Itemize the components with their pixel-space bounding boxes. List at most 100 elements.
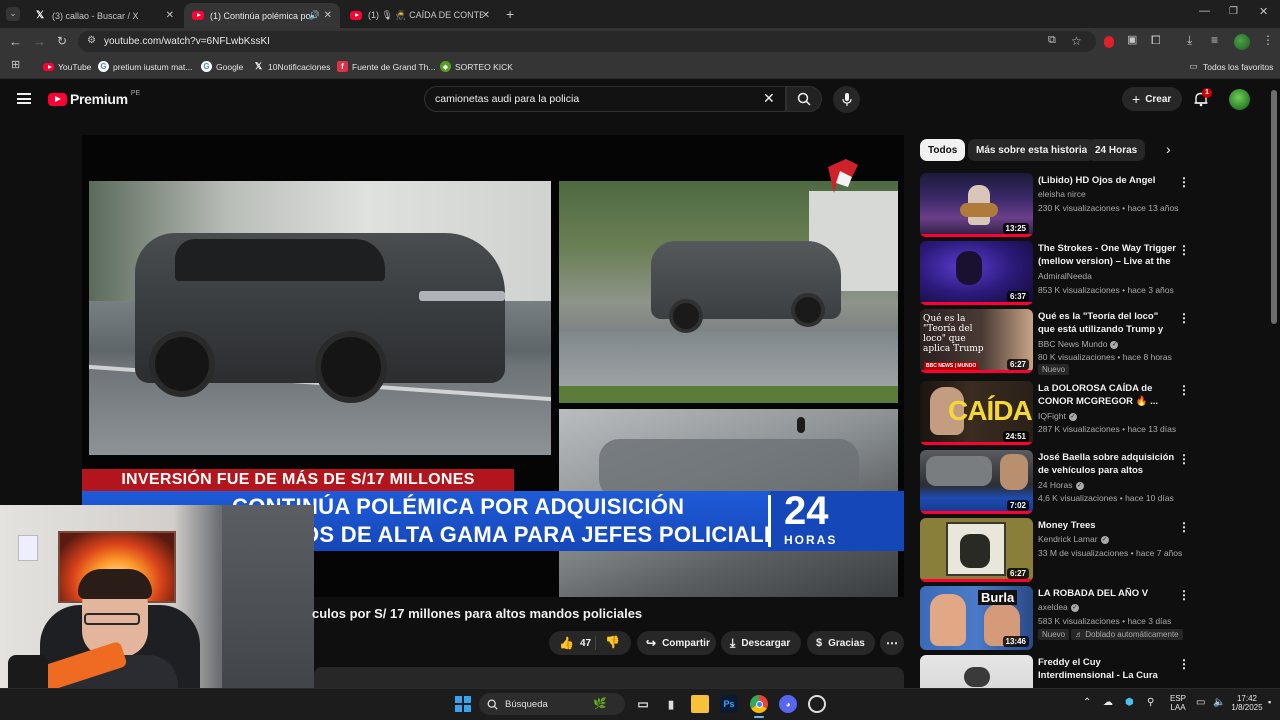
security-icon[interactable]: ⬢ [1125, 697, 1134, 708]
more-vertical-icon[interactable]: ⋮ [1178, 383, 1190, 397]
page-scrollbar[interactable] [1271, 90, 1277, 324]
tab-x-callao[interactable]: 𝕏 (3) callao - Buscar / X ✕ [26, 3, 182, 28]
video-thumbnail[interactable]: 6:27 [920, 518, 1033, 582]
tab-youtube-caida[interactable]: (1) 🎙 🥷 CAÍDA DE CONTENE ✕ [342, 3, 498, 28]
video-thumbnail[interactable]: Qué es la "Teoría del loco" que aplica T… [920, 309, 1033, 373]
forward-icon[interactable]: → [33, 35, 46, 48]
bookmark-sorteo-kick[interactable]: ◆ SORTEO KICK [440, 60, 513, 73]
more-actions-button[interactable]: ⋯ [880, 631, 904, 655]
close-icon[interactable]: ✕ [482, 10, 490, 21]
chips-next-icon[interactable]: › [1166, 141, 1171, 157]
thumbs-up-icon: 👍 [559, 636, 574, 650]
reading-list-icon[interactable]: ≡ [1211, 34, 1218, 46]
recommendation-item[interactable]: 7:02 José Baella sobre adquisición de ve… [920, 450, 1270, 516]
video-thumbnail[interactable] [920, 655, 1033, 688]
discord-icon[interactable]: ◕ [779, 695, 797, 713]
tab-youtube-active[interactable]: (1) Continúa polémica por a 🔊 ✕ [184, 3, 340, 28]
chip-mas-sobre-esta-historia[interactable]: Más sobre esta historia [968, 139, 1096, 161]
youtube-premium-logo[interactable]: Premium PE [48, 90, 140, 107]
extensions-puzzle-icon[interactable]: ⧠ [1151, 34, 1161, 46]
all-bookmarks[interactable]: ▭ Todos los favoritos [1188, 60, 1273, 73]
recommendation-item[interactable]: 6:27 Money Trees Kendrick Lamar ✓ 33 M de… [920, 518, 1270, 584]
video-thumbnail[interactable]: Burla 13:46 [920, 586, 1033, 650]
input-language[interactable]: ESP LAA [1166, 694, 1190, 712]
address-bar[interactable]: ⚙ youtube.com/watch?v=6NFLwbKssKI ⧉ ☆ [78, 31, 1096, 52]
menu-kebab-icon[interactable]: ⋮ [1262, 34, 1274, 46]
download-button[interactable]: ⤓ Descargar [721, 631, 801, 655]
search-input[interactable]: camionetas audi para la policia ✕ [424, 86, 786, 112]
notification-center-icon[interactable]: ▪ [1268, 697, 1271, 707]
clock[interactable]: 17:42 1/8/2025 [1230, 694, 1264, 712]
bookmark-star-icon[interactable]: ☆ [1071, 34, 1082, 48]
create-button[interactable]: + Crear [1122, 87, 1182, 111]
more-vertical-icon[interactable]: ⋮ [1178, 175, 1190, 189]
site-info-icon[interactable]: ⚙ [87, 35, 96, 46]
restore-icon[interactable]: ❐ [1229, 7, 1238, 17]
more-vertical-icon[interactable]: ⋮ [1178, 311, 1190, 325]
photoshop-icon[interactable]: Ps [720, 695, 738, 713]
like-button[interactable]: 👍 47 👎 [549, 631, 631, 655]
apps-grid-icon[interactable]: ⊞ [11, 60, 20, 71]
video-thumbnail[interactable]: 7:02 [920, 450, 1033, 514]
app-circle-icon[interactable] [808, 695, 826, 713]
recommendation-item[interactable]: Freddy el Cuy Interdimensional - La Cura… [920, 655, 1270, 688]
taskbar-search[interactable]: Búsqueda 🌿 [479, 693, 625, 715]
chrome-icon[interactable] [750, 695, 768, 713]
volume-icon[interactable]: 🔈 [1213, 697, 1225, 708]
new-tab-icon[interactable]: + [506, 7, 514, 21]
install-icon[interactable]: ⧉ [1048, 34, 1056, 47]
account-avatar[interactable] [1229, 89, 1250, 110]
tab-search-icon[interactable]: ⌄ [6, 7, 20, 21]
more-vertical-icon[interactable]: ⋮ [1178, 588, 1190, 602]
chip-24-horas[interactable]: 24 Horas [1087, 139, 1146, 161]
video-thumbnail[interactable]: 13:25 [920, 173, 1033, 237]
onedrive-icon[interactable]: ☁ [1103, 697, 1113, 708]
more-vertical-icon[interactable]: ⋮ [1178, 657, 1190, 671]
location-icon[interactable]: ⚲ [1147, 697, 1154, 708]
chip-todos[interactable]: Todos [920, 139, 966, 161]
close-window-icon[interactable]: ✕ [1259, 7, 1268, 18]
clear-search-icon[interactable]: ✕ [763, 90, 775, 107]
reload-icon[interactable]: ↻ [57, 35, 67, 47]
recommendation-item[interactable]: Qué es la "Teoría del loco" que aplica T… [920, 309, 1270, 375]
video-thumbnail[interactable]: CAÍDA 24:51 [920, 381, 1033, 445]
network-icon[interactable]: ▭ [1196, 697, 1205, 708]
app-icon[interactable]: ▮ [662, 695, 680, 713]
notifications-button[interactable]: 1 [1193, 88, 1212, 107]
recommendation-item[interactable]: 13:25 (Libido) HD Ojos de Angel eleisha … [920, 173, 1270, 239]
task-view-icon[interactable]: ▭ [634, 695, 652, 713]
more-vertical-icon[interactable]: ⋮ [1178, 452, 1190, 466]
back-icon[interactable]: ← [9, 35, 22, 48]
bookmark-pretium[interactable]: G pretium iustum mat... [98, 60, 192, 73]
start-button[interactable] [455, 696, 471, 712]
share-button[interactable]: ↪ Compartir [637, 631, 716, 655]
voice-search-button[interactable] [833, 86, 860, 113]
download-icon[interactable]: ⤓ [1187, 34, 1192, 46]
minimize-icon[interactable]: — [1199, 6, 1210, 17]
file-explorer-icon[interactable] [691, 695, 709, 713]
show-hidden-icons[interactable]: ⌃ [1083, 697, 1091, 708]
close-icon[interactable]: ✕ [166, 10, 174, 21]
bookmark-youtube[interactable]: YouTube [43, 60, 91, 73]
recommendation-item[interactable]: 6:37 The Strokes - One Way Trigger (mell… [920, 241, 1270, 307]
thumbs-down-icon[interactable]: 👎 [605, 635, 620, 649]
profile-avatar[interactable] [1234, 34, 1250, 50]
extension-red-icon[interactable] [1104, 36, 1114, 48]
close-icon[interactable]: ✕ [324, 10, 332, 21]
speaker-icon[interactable]: 🔊 [309, 10, 320, 21]
hamburger-menu-icon[interactable] [17, 93, 31, 104]
thanks-button[interactable]: $ Gracias [807, 631, 875, 655]
video-thumbnail[interactable]: 6:37 [920, 241, 1033, 305]
bookmark-fandom[interactable]: f Fuente de Grand Th... [337, 60, 435, 73]
recommendation-item[interactable]: Burla 13:46 LA ROBADA DEL AÑO V axeldea ✓… [920, 586, 1270, 652]
more-vertical-icon[interactable]: ⋮ [1178, 243, 1190, 257]
bookmark-google[interactable]: G Google [201, 60, 243, 73]
extension-icon[interactable]: ▣ [1127, 35, 1137, 46]
bookmark-notificaciones[interactable]: 𝕏 10Notificaciones [253, 60, 331, 73]
search-button[interactable] [786, 86, 822, 112]
verified-icon: ✓ [1070, 603, 1079, 612]
search-query: camionetas audi para la policia [435, 93, 580, 105]
recommendation-item[interactable]: CAÍDA 24:51 La DOLOROSA CAÍDA de CONOR M… [920, 381, 1270, 447]
more-vertical-icon[interactable]: ⋮ [1178, 520, 1190, 534]
bookmark-label: SORTEO KICK [455, 61, 513, 72]
